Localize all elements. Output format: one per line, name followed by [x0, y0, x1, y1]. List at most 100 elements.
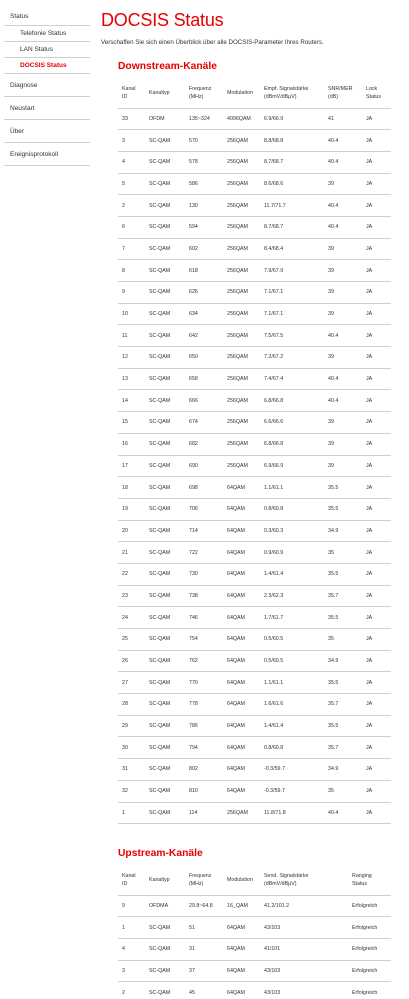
cell-frequenz: 586 — [185, 173, 223, 196]
nav-ereignisprotokoll[interactable]: Ereignisprotokoll — [4, 143, 90, 166]
cell-snr-mer: 39 — [324, 259, 362, 282]
cell-kanaltyp: SC-QAM — [145, 129, 185, 152]
cell-lock-status: JA — [362, 216, 391, 239]
cell-lock-status: JA — [362, 650, 391, 673]
table-row: 20 SC-QAM 714 64QAM 0.3/60.3 34.9 JA — [118, 520, 391, 543]
cell-frequenz: 730 — [185, 563, 223, 586]
cell-modulation: 256QAM — [223, 433, 260, 456]
cell-snr-mer: 35.7 — [324, 585, 362, 608]
cell-kanaltyp: SC-QAM — [145, 259, 185, 282]
cell-lock-status: JA — [362, 151, 391, 174]
cell-frequenz: 810 — [185, 780, 223, 803]
table-row: 2 SC-QAM 130 256QAM 11.7/71.7 40.4 JA — [118, 194, 391, 217]
cell-frequenz: 778 — [185, 693, 223, 716]
cell-frequenz: 714 — [185, 520, 223, 543]
cell-signalstaerke: 7.1/67.1 — [260, 303, 324, 326]
cell-snr-mer: 35.5 — [324, 671, 362, 695]
cell-modulation: 256QAM — [223, 802, 260, 825]
cell-kanal-id: 14 — [118, 389, 145, 413]
cell-modulation: 64QAM — [223, 585, 260, 608]
header-frequenz: Frequenz (MHz) — [185, 79, 223, 109]
cell-kanal-id: 16 — [118, 433, 145, 456]
cell-modulation: 256QAM — [223, 216, 260, 239]
cell-frequenz: 770 — [185, 671, 223, 695]
cell-modulation: 64QAM — [223, 606, 260, 629]
table-row: 4 SC-QAM 578 256QAM 8.7/68.7 40.4 JA — [118, 151, 391, 174]
cell-snr-mer: 40.4 — [324, 194, 362, 217]
cell-kanal-id: 18 — [118, 476, 145, 499]
upstream-table-body: 9 OFDMA 29.8~64.8 16_QAM 41.2/101.2 Erfolgrei… — [118, 895, 391, 999]
cell-kanal-id: 4 — [118, 938, 145, 961]
cell-frequenz: 594 — [185, 216, 223, 239]
cell-kanal-id: 21 — [118, 541, 145, 564]
cell-modulation: 64QAM — [223, 650, 260, 673]
nav-telefonie-status[interactable]: Telefonie Status — [4, 26, 90, 42]
table-row: 9 SC-QAM 626 256QAM 7.1/67.1 39 JA — [118, 281, 391, 304]
cell-signalstaerke: 8.4/68.4 — [260, 238, 324, 261]
cell-signalstaerke: 1.7/61.7 — [260, 606, 324, 629]
cell-frequenz: 114 — [185, 802, 223, 825]
cell-kanal-id: 5 — [118, 173, 145, 196]
cell-lock-status: JA — [362, 563, 391, 586]
table-row: 10 SC-QAM 634 256QAM 7.1/67.1 39 JA — [118, 303, 391, 326]
header-kanaltyp: Kanaltyp — [145, 79, 185, 109]
cell-kanal-id: 2 — [118, 981, 145, 999]
cell-frequenz: 666 — [185, 389, 223, 413]
cell-lock-status: JA — [362, 520, 391, 543]
cell-kanal-id: 4 — [118, 151, 145, 174]
cell-frequenz: 31 — [185, 938, 223, 961]
cell-modulation: 64QAM — [223, 981, 260, 999]
cell-frequenz: 682 — [185, 433, 223, 456]
header-kanal-id: Kanal ID — [118, 865, 145, 896]
cell-snr-mer: 40.4 — [324, 129, 362, 152]
cell-kanal-id: 9 — [118, 281, 145, 304]
nav-status[interactable]: Status — [4, 8, 90, 26]
cell-kanal-id: 33 — [118, 108, 145, 131]
cell-snr-mer: 40.4 — [324, 216, 362, 239]
cell-signalstaerke: 6.9/66.9 — [260, 108, 324, 131]
cell-kanal-id: 27 — [118, 671, 145, 695]
cell-kanal-id: 30 — [118, 736, 145, 760]
cell-kanal-id: 22 — [118, 563, 145, 586]
cell-kanal-id: 15 — [118, 411, 145, 434]
header-modulation: Modulation — [223, 79, 260, 109]
cell-snr-mer: 35.5 — [324, 715, 362, 738]
cell-kanaltyp: SC-QAM — [145, 981, 185, 999]
upstream-header-row: Kanal ID Kanaltyp Frequenz (MHz) Modulatio… — [118, 865, 391, 896]
cell-modulation: 64QAM — [223, 628, 260, 651]
table-row: 17 SC-QAM 690 256QAM 6.9/66.9 39 JA — [118, 455, 391, 478]
cell-modulation: 64QAM — [223, 693, 260, 716]
cell-snr-mer: 39 — [324, 455, 362, 478]
table-row: 18 SC-QAM 698 64QAM 1.1/61.1 35.5 JA — [118, 476, 391, 499]
cell-frequenz: 135~324 — [185, 108, 223, 131]
cell-signalstaerke: 7.2/67.2 — [260, 346, 324, 369]
cell-signalstaerke: 7.5/67.5 — [260, 324, 324, 348]
cell-signalstaerke: 1.1/61.1 — [260, 476, 324, 499]
cell-lock-status: JA — [362, 606, 391, 629]
cell-snr-mer: 39 — [324, 411, 362, 434]
cell-lock-status: JA — [362, 108, 391, 131]
table-row: 30 SC-QAM 794 64QAM 0.8/60.8 35.7 JA — [118, 736, 391, 760]
cell-snr-mer: 35.7 — [324, 693, 362, 716]
nav-docsis-status[interactable]: DOCSIS Status — [4, 58, 90, 73]
nav-ueber[interactable]: Über — [4, 120, 90, 143]
cell-signalstaerke: 0.3/60.3 — [260, 520, 324, 543]
cell-snr-mer: 39 — [324, 303, 362, 326]
cell-frequenz: 690 — [185, 455, 223, 478]
cell-modulation: 256QAM — [223, 129, 260, 152]
nav-lan-status[interactable]: LAN Status — [4, 42, 90, 58]
cell-kanaltyp: SC-QAM — [145, 389, 185, 413]
cell-modulation: 64QAM — [223, 520, 260, 543]
nav-neustart[interactable]: Neustart — [4, 97, 90, 120]
header-kanaltyp: Kanaltyp — [145, 865, 185, 896]
nav-diagnose[interactable]: Diagnose — [4, 74, 90, 97]
cell-signalstaerke: 0.9/60.9 — [260, 541, 324, 564]
cell-kanaltyp: SC-QAM — [145, 628, 185, 651]
cell-kanal-id: 32 — [118, 780, 145, 803]
cell-lock-status: JA — [362, 693, 391, 716]
cell-kanaltyp: SC-QAM — [145, 520, 185, 543]
table-row: 33 OFDM 135~324 4096QAM 6.9/66.9 41 JA — [118, 108, 391, 131]
cell-signalstaerke: 1.4/61.4 — [260, 715, 324, 738]
cell-kanal-id: 12 — [118, 346, 145, 369]
cell-frequenz: 754 — [185, 628, 223, 651]
